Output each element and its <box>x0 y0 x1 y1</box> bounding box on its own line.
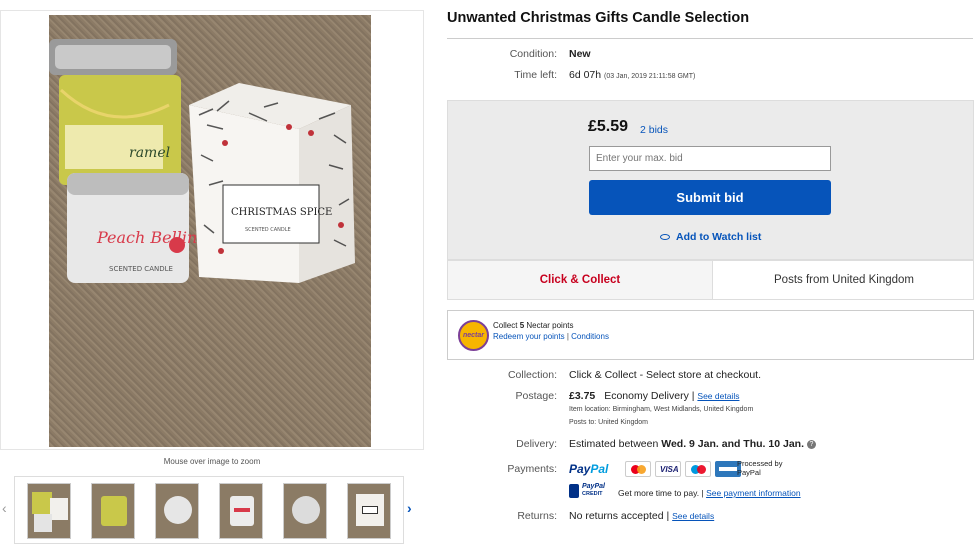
time-left-remaining: 6d 07h <box>569 69 602 81</box>
item-location: Item location: Birmingham, West Midlands… <box>569 406 754 413</box>
thumbnail-strip <box>14 476 404 544</box>
watch-list-label: Add to Watch list <box>676 231 762 243</box>
paypal-credit-text: Get more time to pay. | See payment info… <box>618 488 801 498</box>
nectar-separator: | <box>566 332 569 341</box>
delivery-options-row: Click & Collect Posts from United Kingdo… <box>447 260 974 300</box>
nectar-points-count: 5 <box>519 321 525 330</box>
returns-label: Returns: <box>517 510 557 522</box>
add-to-watch-list-link[interactable]: Add to Watch list <box>660 231 761 243</box>
postage-label: Postage: <box>515 390 557 402</box>
thumbnail-2[interactable] <box>91 483 135 539</box>
payment-separator: | <box>701 488 704 498</box>
paypal-credit-logo-line1: PayPal <box>582 483 605 490</box>
returns-value: No returns accepted | See details <box>569 510 714 522</box>
collection-value: Click & Collect - Select store at checko… <box>569 369 761 381</box>
returns-see-details-link[interactable]: See details <box>672 511 714 521</box>
paypal-credit-logo-line2: CREDIT <box>582 491 603 497</box>
help-icon[interactable]: ? <box>806 439 816 449</box>
nectar-conditions-link[interactable]: Conditions <box>571 332 609 341</box>
see-payment-information-link[interactable]: See payment information <box>706 488 801 498</box>
nectar-links: Redeem your points | Conditions <box>493 332 609 341</box>
posts-from-tab[interactable]: Posts from United Kingdom <box>714 261 974 299</box>
thumbnail-1[interactable] <box>27 483 71 539</box>
redeem-points-link[interactable]: Redeem your points <box>493 332 565 341</box>
condition-value: New <box>569 48 591 60</box>
time-left-end-date: (03 Jan, 2019 21:11:58 GMT) <box>604 73 696 80</box>
main-product-image[interactable]: ramel Peach Bellini SCENTED CANDLE CHRIS… <box>49 15 371 447</box>
submit-bid-button[interactable]: Submit bid <box>589 180 831 215</box>
visa-icon: VISA <box>655 461 681 477</box>
postage-see-details-link[interactable]: See details <box>697 391 739 401</box>
chevron-right-icon[interactable]: › <box>407 500 412 516</box>
chevron-left-icon[interactable]: ‹ <box>2 500 7 516</box>
delivery-value: Estimated between Wed. 9 Jan. and Thu. 1… <box>569 438 816 450</box>
condition-label: Condition: <box>509 48 557 60</box>
paypal-logo: PayPal <box>569 462 608 476</box>
paypal-logo-pay: Pay <box>569 462 591 476</box>
time-left-label: Time left: <box>514 69 557 81</box>
candle-photo: ramel Peach Bellini SCENTED CANDLE CHRIS… <box>49 15 371 447</box>
image-gallery: ramel Peach Bellini SCENTED CANDLE CHRIS… <box>0 0 430 553</box>
label-text-ramel: ramel <box>129 145 170 161</box>
max-bid-input[interactable] <box>589 146 831 171</box>
thumbnail-6[interactable] <box>347 483 391 539</box>
label-text-scented-candle-2: SCENTED CANDLE <box>245 227 291 233</box>
more-time-text: Get more time to pay. <box>618 488 700 498</box>
paypal-credit-logo: PayPal CREDIT <box>569 483 609 500</box>
delivery-prefix: Estimated between <box>569 438 659 450</box>
postage-separator: | <box>691 390 695 402</box>
processed-by-paypal: Processed by PayPal <box>737 459 783 477</box>
current-price: £5.59 <box>588 118 629 135</box>
postage-value: £3.75 Economy Delivery | See details <box>569 390 739 402</box>
nectar-collect-prefix: Collect <box>493 321 518 330</box>
returns-separator: | <box>666 510 670 522</box>
eye-icon <box>660 234 670 241</box>
nectar-collect-text: Collect 5 Nectar points <box>493 321 574 330</box>
label-text-scented-candle-1: SCENTED CANDLE <box>109 265 173 273</box>
thumbnail-3[interactable] <box>155 483 199 539</box>
returns-policy: No returns accepted <box>569 510 664 522</box>
postage-service: Economy Delivery <box>604 390 689 402</box>
paypal-logo-pal: Pal <box>590 462 609 476</box>
zoom-hint: Mouse over image to zoom <box>163 457 261 466</box>
label-text-christmas-spice: CHRISTMAS SPICE <box>231 207 332 218</box>
main-image-frame[interactable]: ramel Peach Bellini SCENTED CANDLE CHRIS… <box>0 10 424 450</box>
delivery-dates: Wed. 9 Jan. and Thu. 10 Jan. <box>661 438 804 450</box>
time-left-value: 6d 07h (03 Jan, 2019 21:11:58 GMT) <box>569 69 695 81</box>
thumbnail-5[interactable] <box>283 483 327 539</box>
nectar-collect-suffix: Nectar points <box>526 321 574 330</box>
postage-price: £3.75 <box>569 390 596 402</box>
payments-label: Payments: <box>507 463 557 475</box>
label-text-peach-bellini: Peach Bellini <box>96 228 202 247</box>
click-collect-tab[interactable]: Click & Collect <box>448 261 713 299</box>
nectar-logo: nectar <box>458 320 489 351</box>
thumbnail-4[interactable] <box>219 483 263 539</box>
bid-count-link[interactable]: 2 bids <box>640 124 668 136</box>
collection-label: Collection: <box>507 369 557 381</box>
mastercard-icon <box>625 461 651 477</box>
posts-to: Posts to: United Kingdom <box>569 419 648 426</box>
title-divider <box>447 38 973 39</box>
delivery-label: Delivery: <box>516 438 557 450</box>
maestro-icon <box>685 461 711 477</box>
listing-title: Unwanted Christmas Gifts Candle Selectio… <box>447 10 750 26</box>
